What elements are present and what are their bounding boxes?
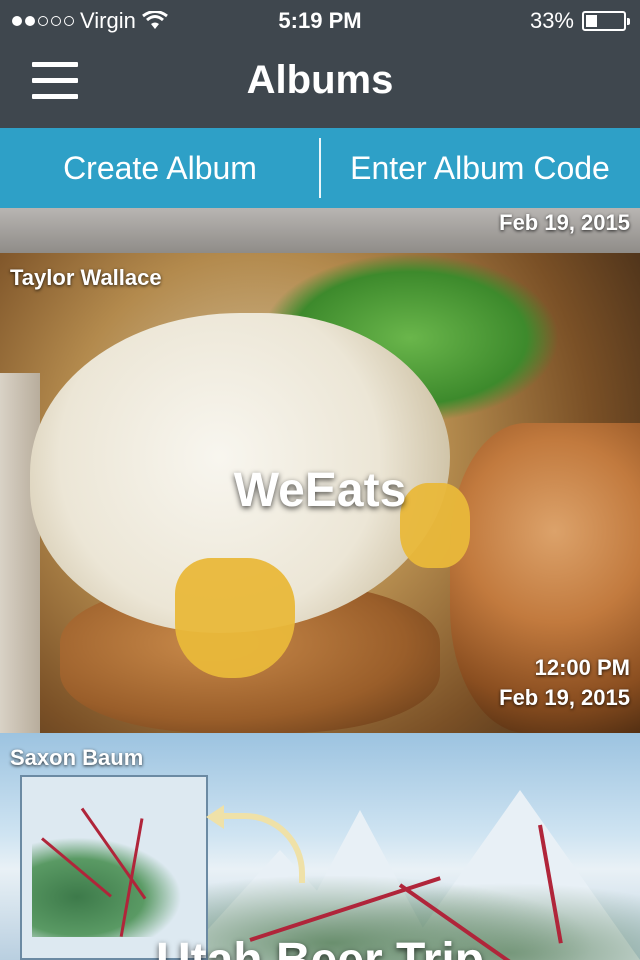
status-bar: Virgin 5:19 PM 33%: [0, 0, 640, 40]
album-owner: Saxon Baum: [10, 745, 144, 770]
album-name: WeEats: [233, 464, 407, 517]
album-date: Feb 19, 2015: [499, 210, 630, 235]
nav-bar: Albums: [0, 40, 640, 128]
album-actions: Create Album Enter Album Code: [0, 128, 640, 208]
album-card[interactable]: Saxon Baum Utah Beer Trip: [0, 733, 640, 960]
album-list[interactable]: Feb 19, 2015 Taylor Wallace WeEats 12:00…: [0, 208, 640, 960]
album-card[interactable]: Feb 19, 2015: [0, 208, 640, 253]
create-album-button[interactable]: Create Album: [0, 128, 320, 208]
enter-album-code-button[interactable]: Enter Album Code: [320, 128, 640, 208]
battery-percent: 33%: [529, 8, 574, 33]
album-name: Utah Beer Trip: [0, 933, 640, 960]
album-owner: Taylor Wallace: [10, 265, 162, 290]
album-date: Feb 19, 2015: [499, 685, 630, 710]
battery-icon: [582, 11, 630, 31]
album-card[interactable]: Taylor Wallace WeEats 12:00 PM Feb 19, 2…: [0, 253, 640, 733]
battery: 33%: [529, 8, 630, 34]
album-time: 12:00 PM: [534, 655, 630, 680]
divider: [319, 138, 321, 198]
album-cover-image: [30, 220, 450, 244]
page-title: Albums: [246, 58, 394, 102]
